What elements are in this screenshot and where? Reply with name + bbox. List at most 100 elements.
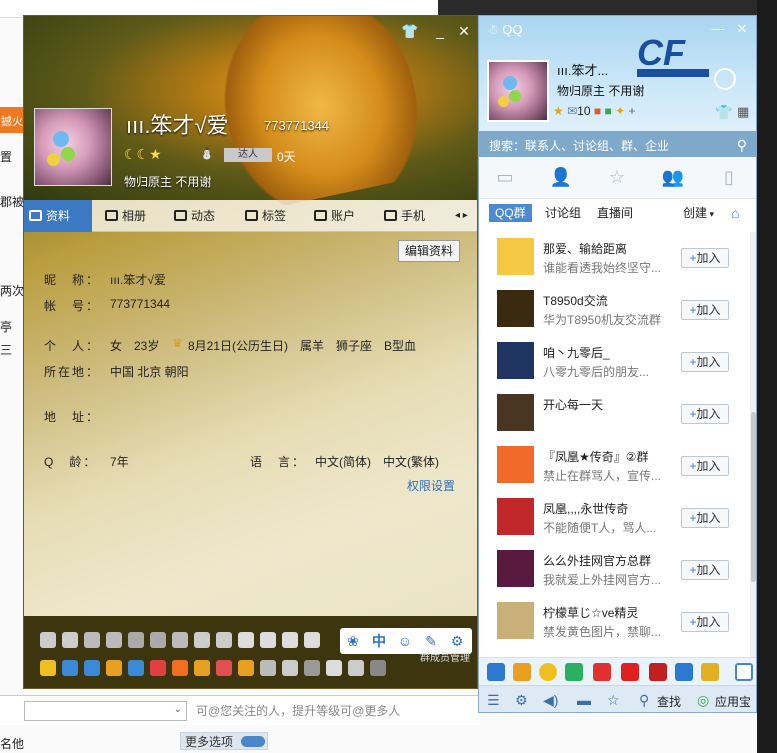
background-orange-tab[interactable]: 撼火 [0, 107, 24, 133]
edit-profile-button[interactable]: 编辑资料 [398, 240, 460, 262]
app-icon[interactable] [513, 663, 531, 681]
menu-icon[interactable]: ☰ [487, 692, 500, 709]
list-item[interactable]: 么么外挂网官方总群 我就爱上外挂网官方... +加入 [479, 544, 750, 596]
diamond-icon[interactable] [260, 632, 276, 648]
ime-chinese-icon[interactable]: 中 [370, 632, 388, 650]
mail-icon[interactable]: ✉ [567, 104, 577, 118]
star-icon[interactable]: ★ [553, 104, 564, 118]
grid-icon[interactable]: ▦ [737, 104, 749, 120]
minimize-icon[interactable]: — [711, 22, 725, 36]
minimize-icon[interactable]: _ [431, 22, 449, 40]
talent-badge[interactable]: 达人 [224, 148, 272, 162]
qq-signature[interactable]: 物归原主 不用谢 [557, 82, 644, 99]
join-button[interactable]: +加入 [681, 352, 729, 372]
app-icon[interactable] [593, 663, 611, 681]
home-icon[interactable]: ⌂ [731, 204, 739, 222]
subtab-qq-groups[interactable]: QQ群 [489, 204, 532, 222]
emoticon-icon[interactable] [84, 632, 100, 648]
emoticon-icon[interactable] [62, 632, 78, 648]
app-icon[interactable]: ■ [604, 104, 611, 118]
more-options-toggle[interactable] [241, 736, 265, 747]
list-item[interactable]: 那爱、输給距离 谁能看透我始终坚守... +加入 [479, 232, 750, 284]
app-icon[interactable] [216, 660, 232, 676]
tab-groups-icon[interactable]: 👥 [661, 167, 685, 189]
list-item[interactable]: 柠檬草じ☆ve精灵 禁发黄色图片，禁聊... +加入 [479, 596, 750, 648]
smile-icon[interactable]: ☺ [396, 632, 414, 650]
list-item[interactable]: 『凤凰★传奇』②群 禁止在群骂人，宣传... +加入 [479, 440, 750, 492]
list-item[interactable]: 凤凰,,,,永世传奇 不能随便T人，骂人... +加入 [479, 492, 750, 544]
tab-profile[interactable]: 资料 [24, 200, 92, 232]
app-icon[interactable] [62, 660, 78, 676]
subtab-discussions[interactable]: 讨论组 [545, 204, 581, 222]
tab-phone[interactable]: 手机 [379, 200, 425, 232]
join-button[interactable]: +加入 [681, 300, 729, 320]
folder-icon[interactable]: ▬ [577, 692, 591, 708]
permission-settings-link[interactable]: 权限设置 [407, 477, 455, 494]
shirt-icon[interactable]: 👕 [401, 22, 419, 40]
emoticon-icon[interactable] [128, 632, 144, 648]
join-button[interactable]: +加入 [681, 612, 729, 632]
app-icon[interactable] [304, 660, 320, 676]
app-icon[interactable] [260, 660, 276, 676]
list-item[interactable]: 咱丶九零后_ 八零九零后的朋友... +加入 [479, 336, 750, 388]
shield-icon[interactable] [675, 663, 693, 681]
find-button[interactable]: 查找 [657, 693, 681, 710]
emoticon-icon[interactable] [40, 632, 56, 648]
tab-favorites-icon[interactable]: ☆ [605, 167, 629, 189]
speaker-icon[interactable]: ◀) [543, 692, 558, 709]
bell-icon[interactable]: ✦ [615, 104, 625, 118]
search-icon[interactable]: ⚲ [737, 137, 747, 154]
app-icon[interactable] [282, 660, 298, 676]
tab-messages-icon[interactable]: ▭ [493, 167, 517, 189]
plus-icon[interactable]: + [628, 104, 635, 118]
diamond-icon[interactable] [304, 632, 320, 648]
tab-phone-icon[interactable]: ▯ [717, 167, 741, 189]
emoticon-icon[interactable] [194, 632, 210, 648]
emoticon-icon[interactable] [150, 632, 166, 648]
app-icon[interactable] [106, 660, 122, 676]
app-icon[interactable] [194, 660, 210, 676]
tab-album[interactable]: 相册 [100, 200, 146, 232]
background-select[interactable]: ⌄ [24, 701, 187, 721]
app-icon[interactable] [326, 660, 342, 676]
app-icon[interactable] [701, 663, 719, 681]
join-button[interactable]: +加入 [681, 560, 729, 580]
app-icon[interactable] [370, 660, 386, 676]
tab-scroll-arrows[interactable]: ◂ ▸ [439, 200, 468, 232]
tab-tags[interactable]: 标签 [240, 200, 286, 232]
diamond-icon[interactable] [238, 632, 254, 648]
list-item[interactable]: 开心每一天 +加入 [479, 388, 750, 440]
diamond-icon[interactable] [216, 632, 232, 648]
app-icon[interactable] [348, 660, 364, 676]
join-button[interactable]: +加入 [681, 508, 729, 528]
group-manager-label[interactable]: 群成员管理 [420, 649, 470, 664]
avatar[interactable] [487, 60, 549, 122]
app-icon[interactable] [128, 660, 144, 676]
create-button[interactable]: 创建 ▾ [683, 204, 714, 222]
app-icon[interactable] [487, 663, 505, 681]
app-icon[interactable] [84, 660, 100, 676]
app-icon[interactable] [539, 663, 557, 681]
app-icon[interactable] [172, 660, 188, 676]
app-icon[interactable] [565, 663, 583, 681]
star-icon[interactable] [40, 660, 56, 676]
gift-icon[interactable]: ■ [594, 104, 601, 118]
search-input[interactable]: 搜索：联系人、讨论组、群、企业 [479, 131, 756, 157]
pen-icon[interactable]: ✎ [422, 632, 440, 650]
close-icon[interactable]: ✕ [455, 22, 473, 40]
paw-icon[interactable]: ❀ [344, 632, 362, 650]
scrollbar[interactable] [750, 232, 756, 665]
tab-contacts-icon[interactable]: 👤 [549, 167, 573, 189]
shirt-icon[interactable]: 👕 [715, 104, 732, 121]
subtab-live[interactable]: 直播间 [597, 204, 633, 222]
app-icon[interactable] [238, 660, 254, 676]
tab-account[interactable]: 账户 [309, 200, 355, 232]
gear-icon[interactable]: ⚙ [515, 692, 528, 709]
appstore-button[interactable]: 应用宝 [715, 693, 751, 710]
search-icon[interactable]: ⚲ [639, 692, 649, 709]
app-icon[interactable] [150, 660, 166, 676]
emoticon-icon[interactable] [106, 632, 122, 648]
qq-nickname[interactable]: ııı.笨才... [557, 60, 608, 79]
star-box-icon[interactable]: ☆ [607, 692, 620, 709]
join-button[interactable]: +加入 [681, 404, 729, 424]
